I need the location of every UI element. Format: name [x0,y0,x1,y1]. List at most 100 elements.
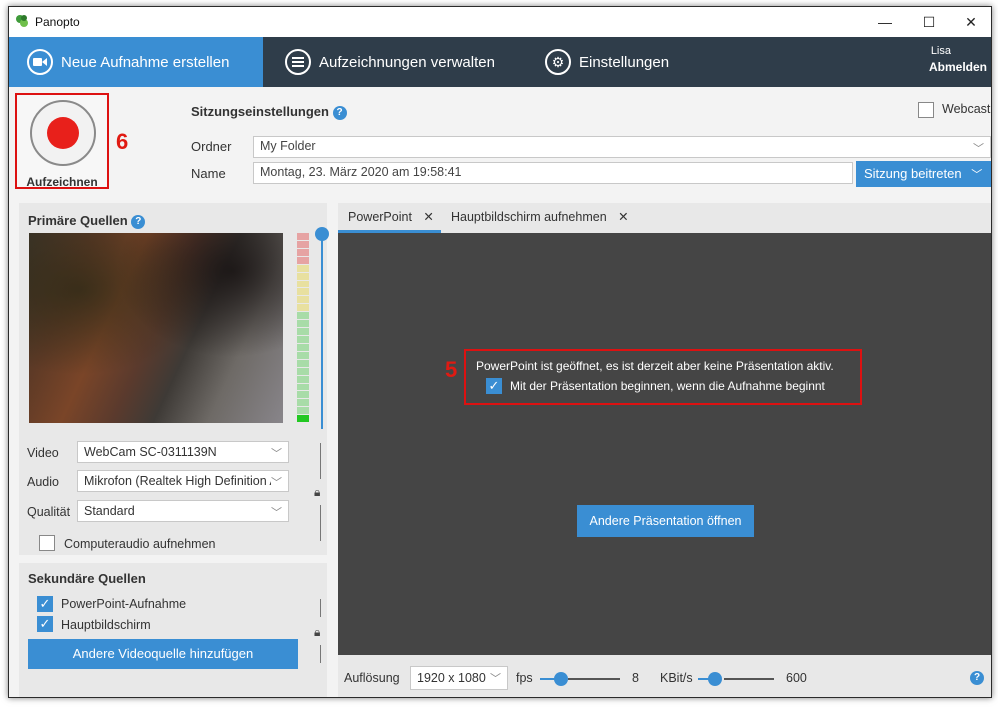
folder-select[interactable]: My Folder ﹀ [253,136,991,158]
camera-icon [27,49,53,75]
main-nav: Neue Aufnahme erstellen Aufzeichnungen v… [9,37,991,87]
app-window: Panopto — ☐ ✕ Neue Aufnahme erstellen Au… [8,6,992,698]
fps-label: fps [516,671,533,685]
quality-label: Qualität [27,505,71,519]
start-with-recording-label: Mit der Präsentation beginnen, wenn die … [510,379,825,393]
resolution-label: Auflösung [344,671,400,685]
powerpoint-capture-checkbox[interactable]: ✓ [37,596,53,612]
tab-powerpoint-label: PowerPoint [348,210,412,224]
primary-sources-title: Primäre Quellen ? [28,213,146,229]
capture-settings-bar: Auflösung 1920 x 1080 ﹀ fps 8 KBit/s 600… [338,655,991,697]
record-dot-icon [47,117,79,149]
secondary-sources-panel: Sekundäre Quellen ✓ PowerPoint-Aufnahme … [19,563,327,697]
audio-value: Mikrofon (Realtek High Definition A [84,474,278,488]
list-icon [285,49,311,75]
tab-manage-recordings-label: Aufzeichnungen verwalten [319,53,495,71]
logout-link[interactable]: Abmelden [929,60,987,74]
close-icon[interactable]: ✕ [423,210,433,224]
powerpoint-capture-label: PowerPoint-Aufnahme [61,597,187,611]
webcast-label: Webcast [942,102,991,116]
title-bar: Panopto — ☐ ✕ [9,7,991,37]
primary-sources-panel: Primäre Quellen ? Video WebCam SC-031113… [19,203,329,555]
main-screen-checkbox[interactable]: ✓ [37,616,53,632]
session-header: Aufzeichnen 6 Sitzungseinstellungen ? Or… [9,87,991,203]
tab-manage-recordings[interactable]: Aufzeichnungen verwalten [285,37,495,87]
chevron-down-icon: ﹀ [271,474,282,490]
join-session-label: Sitzung beitreten [864,166,962,181]
kbits-slider-knob[interactable] [708,672,722,686]
lock-icon[interactable]: 🔒︎ [314,625,320,640]
close-button[interactable]: ✕ [951,7,991,37]
primary-sources-label: Primäre Quellen [28,213,128,228]
quality-select[interactable]: Standard ﹀ [77,500,289,522]
volume-slider-track[interactable] [321,237,323,429]
lock-icon[interactable]: 🔒︎ [314,485,320,500]
link-line [320,443,321,479]
kbits-label: KBit/s [660,671,693,685]
audio-label: Audio [27,475,59,489]
gear-icon: ⚙ [545,49,571,75]
tab-new-recording-label: Neue Aufnahme erstellen [61,53,230,71]
kbits-slider-track[interactable] [724,678,774,680]
fps-value: 8 [632,671,639,685]
folder-label: Ordner [191,139,232,154]
tab-settings[interactable]: ⚙ Einstellungen [545,37,669,87]
video-value: WebCam SC-0311139N [84,445,217,459]
video-label: Video [27,446,59,460]
tab-main-screen-label: Hauptbildschirm aufnehmen [451,210,607,224]
open-presentation-button[interactable]: Andere Präsentation öffnen [577,505,754,537]
add-video-source-button[interactable]: Andere Videoquelle hinzufügen [28,639,298,669]
message-highlight: PowerPoint ist geöffnet, es ist derzeit … [464,349,862,405]
link-line [320,505,321,541]
window-title: Panopto [35,15,80,29]
name-input[interactable]: Montag, 23. März 2020 am 19:58:41 [253,162,853,184]
chevron-down-icon: ﹀ [271,448,282,460]
webcast-checkbox[interactable] [918,102,934,118]
resolution-value: 1920 x 1080 [417,671,486,685]
session-settings-label: Sitzungseinstellungen [191,104,329,119]
session-settings-title: Sitzungseinstellungen ? [191,104,347,120]
name-label: Name [191,166,226,181]
tab-main-screen[interactable]: Hauptbildschirm aufnehmen ✕ [451,209,629,224]
quality-value: Standard [84,504,135,518]
help-icon[interactable]: ? [332,105,347,120]
kbits-value: 600 [786,671,807,685]
annotation-marker-5: 5 [445,357,458,382]
minimize-button[interactable]: — [865,7,905,37]
record-button[interactable] [30,100,96,166]
name-value: Montag, 23. März 2020 am 19:58:41 [260,165,462,179]
fps-slider-knob[interactable] [554,672,568,686]
help-icon[interactable]: ? [131,214,146,229]
link-line [320,599,321,617]
chevron-down-icon: ﹀ [971,169,983,181]
close-icon[interactable]: ✕ [618,210,628,224]
record-label: Aufzeichnen [26,175,98,189]
tab-settings-label: Einstellungen [579,53,670,71]
fps-slider-track[interactable] [568,678,620,680]
help-icon[interactable]: ? [970,671,984,685]
panopto-logo-icon [16,15,28,27]
powerpoint-preview: 5 PowerPoint ist geöffnet, es ist derzei… [338,233,991,655]
webcam-preview [29,233,283,423]
video-select[interactable]: WebCam SC-0311139N ﹀ [77,441,289,463]
main-screen-label: Hauptbildschirm [61,618,151,632]
link-line [320,645,321,663]
folder-value: My Folder [260,139,316,153]
maximize-button[interactable]: ☐ [909,7,949,37]
preview-tabs: PowerPoint ✕ Hauptbildschirm aufnehmen ✕ [338,203,991,233]
secondary-sources-title: Sekundäre Quellen [28,571,146,586]
user-name: Lisa [930,45,951,57]
volume-slider-knob[interactable] [315,227,329,241]
tab-powerpoint[interactable]: PowerPoint ✕ [348,209,434,224]
computer-audio-label: Computeraudio aufnehmen [64,537,216,551]
join-session-button[interactable]: Sitzung beitreten ﹀ [856,161,991,187]
chevron-down-icon: ﹀ [271,507,282,519]
computer-audio-checkbox[interactable] [39,535,55,551]
no-presentation-message: PowerPoint ist geöffnet, es ist derzeit … [476,359,834,373]
start-with-recording-checkbox[interactable]: ✓ [486,378,502,394]
tab-new-recording[interactable]: Neue Aufnahme erstellen [9,37,263,87]
chevron-down-icon: ﹀ [490,673,501,685]
audio-level-meter [297,233,309,423]
resolution-select[interactable]: 1920 x 1080 ﹀ [410,666,508,690]
audio-select[interactable]: Mikrofon (Realtek High Definition A ﹀ [77,470,289,492]
